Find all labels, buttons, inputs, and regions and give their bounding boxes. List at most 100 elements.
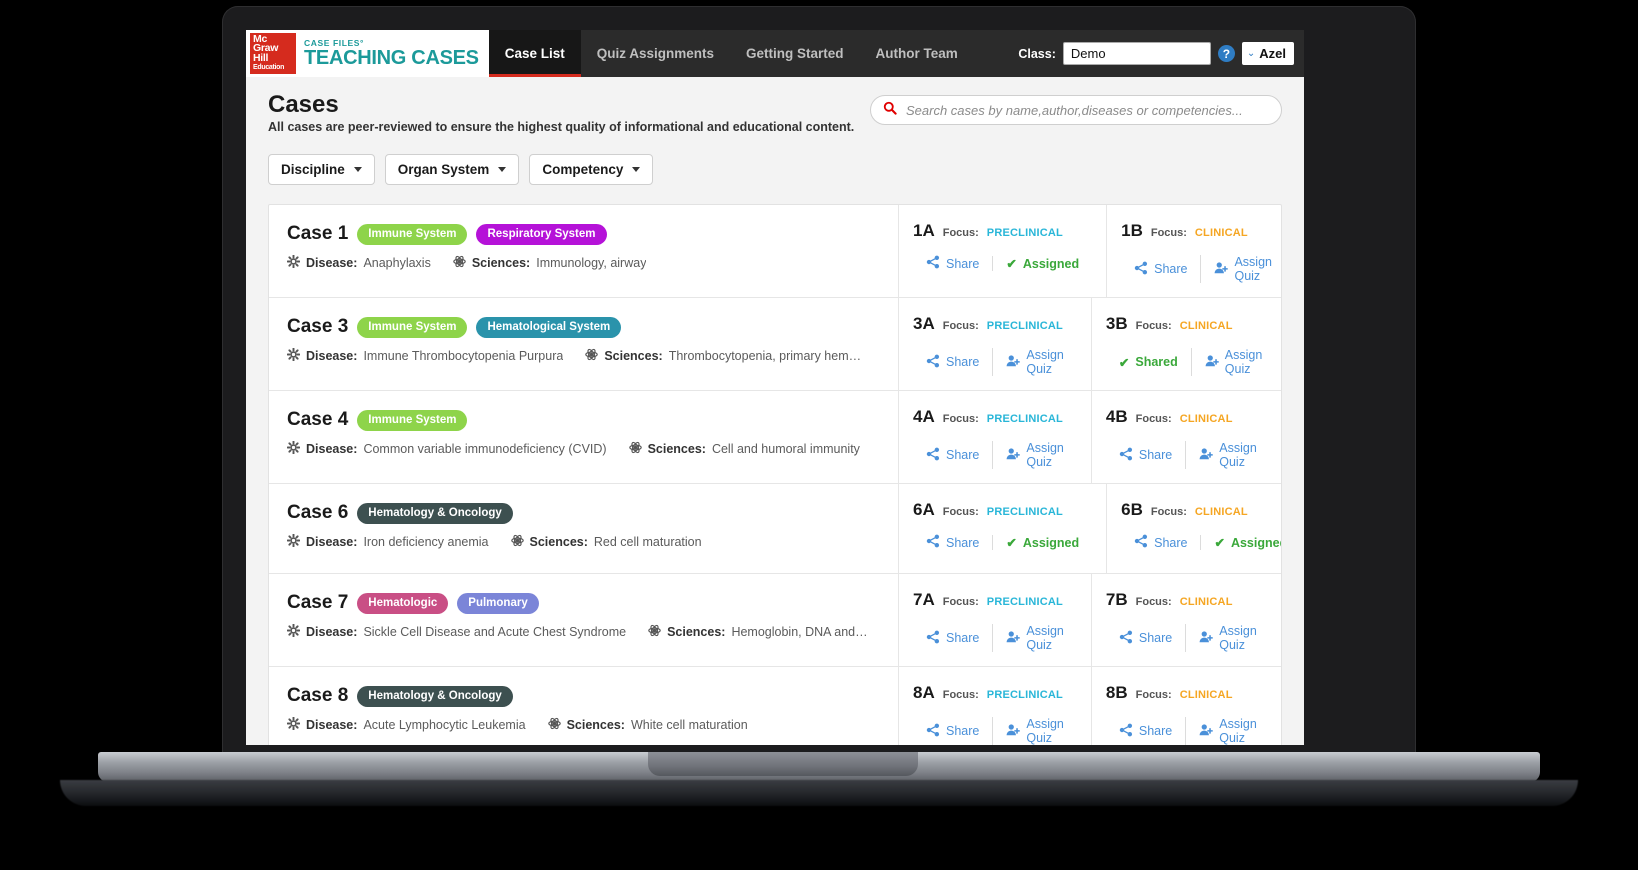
case-badge[interactable]: Pulmonary [457,592,539,614]
assign-quiz-label: Assign Quiz [1026,624,1064,652]
search-box[interactable] [870,95,1282,125]
assign-quiz-label: Assign Quiz [1026,441,1064,469]
filter-organ-system-button[interactable]: Organ System [384,154,520,185]
quiz-actions: Share Assign Quiz [1106,441,1270,469]
share-action[interactable]: Share [913,255,992,272]
share-label: Share [1154,262,1188,276]
case-title[interactable]: Case 1 [287,223,348,245]
table-row: Case 3 Immune System Hematological System … [269,298,1281,391]
assign-quiz-action[interactable]: Assign Quiz [992,348,1077,376]
sciences-meta: Sciences: Cell and humoral immunity [628,441,860,457]
quiz-actions: Share Assign Quiz [913,348,1077,376]
class-select-value: Demo [1070,46,1106,61]
disease-value: Acute Lymphocytic Leukemia [363,718,526,732]
focus-label: Focus: [942,413,979,425]
focus-value: CLINICAL [1179,689,1233,701]
assign-quiz-action[interactable]: Assign Quiz [1200,255,1281,283]
sciences-label: Sciences: [647,442,706,456]
share-action[interactable]: Share [913,534,992,551]
case-badge[interactable]: Respiratory System [476,223,607,245]
brand-logo[interactable]: Mc Graw Hill Education CASE FILES° TEACH… [246,30,489,77]
table-row: Case 4 Immune System Disease: Common vari… [269,391,1281,484]
disease-label: Disease: [306,349,358,363]
share-action[interactable]: Share [913,354,992,371]
sciences-value: Cell and humoral immunity [711,442,860,456]
assign-quiz-action[interactable]: Assign Quiz [1185,624,1270,652]
share-action[interactable]: Share [913,630,992,647]
sciences-meta: Sciences: Hemoglobin, DNA and… [648,624,868,640]
case-badge[interactable]: Immune System [357,223,468,245]
share-action[interactable]: Share [1106,723,1185,740]
table-row: Case 7 Hematologic Pulmonary Disease: Sick… [269,574,1281,667]
share-label: Share [946,724,980,738]
status-label: Shared [1135,355,1178,369]
nav-tab-getting-started[interactable]: Getting Started [730,30,860,77]
case-badge[interactable]: Hematology & Oncology [357,685,513,707]
share-action[interactable]: Share [1121,261,1200,278]
assign-quiz-action[interactable]: Assign Quiz [1185,441,1270,469]
quiz-heading: 1A Focus: PRECLINICAL [913,221,1092,241]
share-action[interactable]: Share [1121,534,1200,551]
case-badge[interactable]: Hematologic [357,592,449,614]
assign-quiz-action[interactable]: Assign Quiz [992,624,1077,652]
share-action[interactable]: Share [1106,447,1185,464]
status-label: Assigned [1022,535,1080,550]
share-action[interactable]: Share [913,723,992,740]
nav-tab-case-list[interactable]: Case List [488,30,581,77]
case-title[interactable]: Case 6 [287,502,348,524]
page-header-text: Cases All cases are peer-reviewed to ens… [268,91,854,134]
case-info-cell: Case 3 Immune System Hematological System … [269,298,899,390]
filter-competency-button[interactable]: Competency [529,154,654,185]
share-icon [1119,447,1133,464]
help-icon[interactable]: ? [1217,45,1235,62]
assign-quiz-action[interactable]: Assign Quiz [992,441,1077,469]
share-action[interactable]: Share [913,447,992,464]
case-badge[interactable]: Immune System [357,409,468,431]
quiz-heading: 4A Focus: PRECLINICAL [913,407,1077,427]
atom-icon [453,255,466,271]
case-info-cell: Case 8 Hematology & Oncology Disease: Acu… [269,667,899,745]
case-meta: Disease: Sickle Cell Disease and Acute C… [287,624,880,640]
quiz-id: 1B [1121,221,1143,240]
disease-value: Immune Thrombocytopenia Purpura [363,349,564,363]
sciences-value: Red cell maturation [593,535,702,549]
assign-quiz-action[interactable]: Assign Quiz [1190,348,1276,376]
chevron-down-icon [353,167,362,172]
sciences-label: Sciences: [529,535,588,549]
person-add-icon [1006,630,1021,647]
disease-meta: Disease: Immune Thrombocytopenia Purpura [287,348,563,364]
assign-quiz-action[interactable]: Assign Quiz [992,717,1077,745]
assign-quiz-action[interactable]: Assign Quiz [1185,717,1270,745]
nav-tab-author-team[interactable]: Author Team [860,30,974,77]
disease-label: Disease: [306,535,358,549]
nav-tab-quiz-assignments[interactable]: Quiz Assignments [581,30,730,77]
case-title[interactable]: Case 3 [287,316,348,338]
share-label: Share [946,448,980,462]
case-badge[interactable]: Hematological System [476,316,622,338]
user-menu-button[interactable]: ⌄ Azel [1241,42,1294,65]
focus-value: PRECLINICAL [986,596,1063,608]
case-title[interactable]: Case 8 [287,685,348,707]
laptop-mockup: Mc Graw Hill Education CASE FILES° TEACH… [0,0,1638,870]
case-badge[interactable]: Hematology & Oncology [357,502,513,524]
share-action[interactable]: Share [1106,630,1185,647]
case-badge[interactable]: Immune System [357,316,468,338]
table-row: Case 6 Hematology & Oncology Disease: Iro… [269,484,1281,574]
search-input[interactable] [906,102,1269,118]
filter-discipline-button[interactable]: Discipline [268,154,375,185]
case-title[interactable]: Case 4 [287,409,348,431]
focus-value: CLINICAL [1179,413,1233,425]
quiz-heading: 7A Focus: PRECLINICAL [913,590,1077,610]
sciences-value: Thrombocytopenia, primary hem… [668,349,862,363]
disease-meta: Disease: Anaphylaxis [287,255,431,271]
filter-label: Competency [542,162,624,177]
quiz-heading: 3B Focus: CLINICAL [1106,314,1275,334]
assign-quiz-label: Assign Quiz [1219,717,1257,745]
case-title[interactable]: Case 7 [287,592,348,614]
focus-label: Focus: [1135,689,1172,701]
quiz-actions: Share ✔ Assigned [913,255,1092,272]
case-meta: Disease: Acute Lymphocytic Leukemia Scie… [287,717,880,733]
sciences-value: Hemoglobin, DNA and… [731,625,868,639]
class-select[interactable]: Demo [1062,42,1211,65]
share-icon [1134,261,1148,278]
